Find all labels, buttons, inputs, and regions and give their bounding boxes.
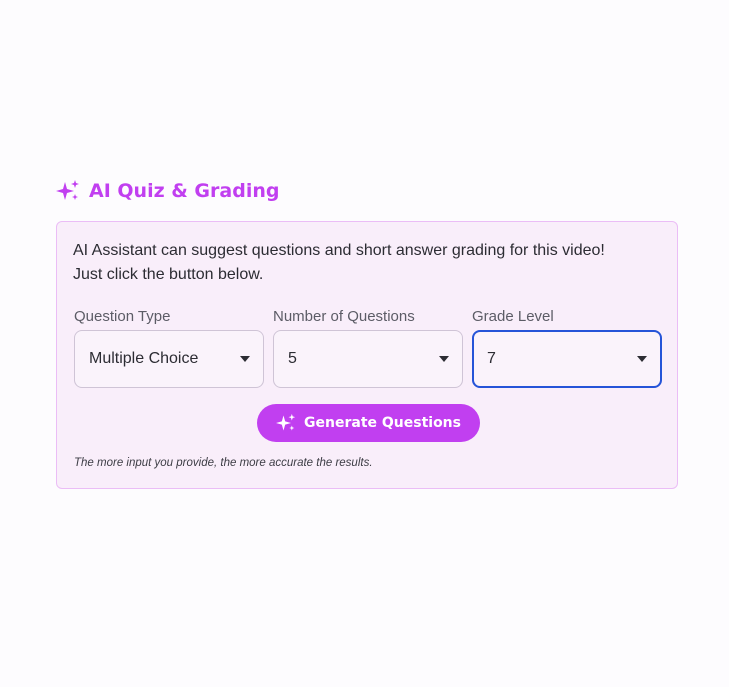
grade-level-value: 7 — [487, 350, 496, 367]
generate-questions-button[interactable]: Generate Questions — [257, 404, 480, 442]
assistant-description: AI Assistant can suggest questions and s… — [73, 242, 605, 283]
section-title: AI Quiz & Grading — [89, 180, 280, 202]
grade-level-field: Grade Level 7 — [472, 308, 662, 388]
number-of-questions-select[interactable]: 5 — [273, 330, 463, 388]
section-header: AI Quiz & Grading — [56, 175, 680, 207]
question-type-field: Question Type Multiple Choice — [74, 308, 264, 388]
sparkle-icon — [276, 413, 296, 431]
number-of-questions-value: 5 — [288, 350, 297, 367]
chevron-down-icon — [240, 356, 250, 362]
number-of-questions-label: Number of Questions — [273, 308, 415, 325]
question-type-select[interactable]: Multiple Choice — [74, 330, 264, 388]
generate-questions-label: Generate Questions — [304, 415, 461, 431]
question-type-value: Multiple Choice — [89, 350, 199, 367]
hint-note: The more input you provide, the more acc… — [74, 457, 373, 469]
grade-level-label: Grade Level — [472, 308, 554, 325]
chevron-down-icon — [439, 356, 449, 362]
grade-level-select[interactable]: 7 — [472, 330, 662, 388]
question-type-label: Question Type — [74, 308, 171, 325]
quiz-card: AI Assistant can suggest questions and s… — [56, 221, 678, 489]
number-of-questions-field: Number of Questions 5 — [273, 308, 463, 388]
chevron-down-icon — [637, 356, 647, 362]
ai-quiz-section: AI Quiz & Grading AI Assistant can sugge… — [56, 175, 680, 489]
sparkle-icon — [56, 180, 79, 200]
